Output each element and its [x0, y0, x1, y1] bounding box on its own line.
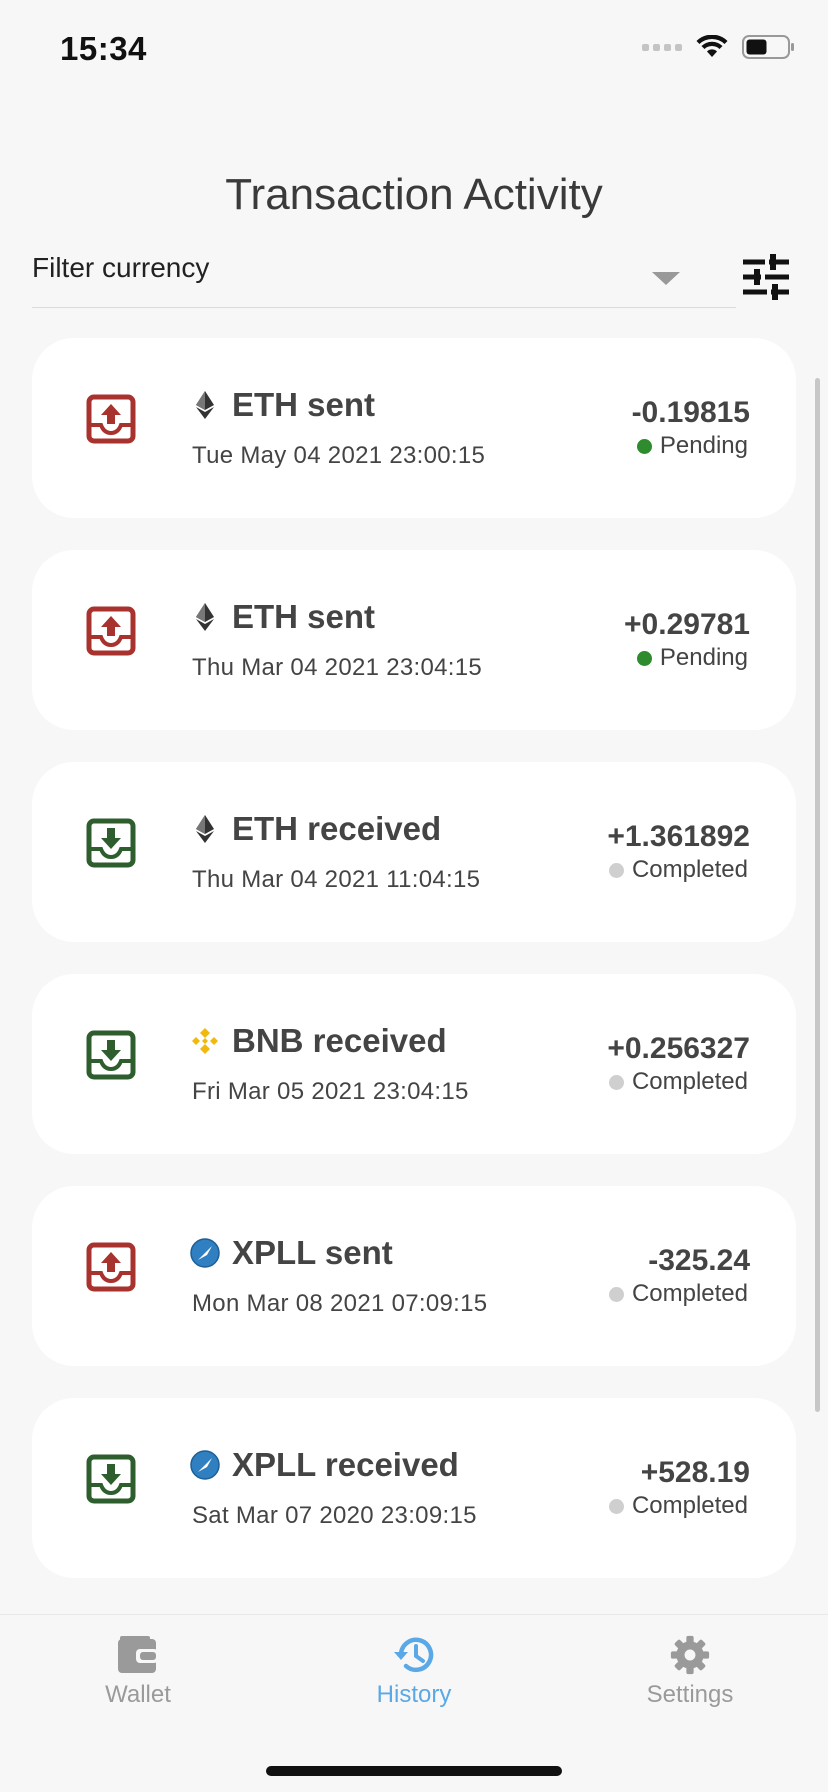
inbox-received-icon	[86, 818, 136, 868]
history-icon	[394, 1637, 434, 1672]
outbox-sent-icon	[86, 394, 136, 444]
tab-label: Settings	[646, 1681, 734, 1708]
status-label: Completed	[631, 1492, 748, 1519]
eth-icon	[196, 815, 214, 843]
transaction-card[interactable]: ETH sent Thu Mar 04 2021 23:04:15 +0.297…	[32, 550, 796, 730]
sliders-icon	[743, 254, 789, 300]
transaction-status: Completed	[608, 1068, 748, 1096]
scrollbar[interactable]	[815, 378, 820, 1412]
transaction-title: XPLL received	[232, 1446, 459, 1483]
tab-label: Wallet	[105, 1681, 171, 1708]
status-label: Completed	[631, 1280, 748, 1307]
transaction-card[interactable]: ETH sent Tue May 04 2021 23:00:15 -0.198…	[32, 338, 796, 518]
status-label: Pending	[659, 432, 748, 459]
eth-icon	[196, 391, 214, 419]
tab-wallet[interactable]: Wallet	[48, 1635, 228, 1709]
filter-label: Filter currency	[32, 252, 210, 283]
status-label: Pending	[659, 644, 748, 671]
transaction-status: Completed	[608, 856, 748, 884]
currency-filter-dropdown[interactable]: Filter currency	[32, 244, 736, 308]
transaction-date: Mon Mar 08 2021 07:09:15	[192, 1290, 488, 1317]
xpll-icon	[190, 1238, 220, 1268]
transaction-title: ETH sent	[232, 598, 376, 635]
status-label: Completed	[631, 856, 748, 883]
completed-status-dot	[608, 1498, 624, 1514]
transaction-status: Completed	[608, 1280, 748, 1308]
inbox-received-icon	[86, 1030, 136, 1080]
transaction-status: Pending	[636, 644, 748, 672]
pending-status-dot	[636, 438, 652, 454]
transaction-title: BNB received	[232, 1022, 447, 1059]
transaction-status: Completed	[608, 1492, 748, 1520]
transaction-date: Thu Mar 04 2021 23:04:15	[192, 654, 483, 681]
transaction-amount: -0.19815	[631, 396, 750, 429]
inbox-received-icon	[86, 1454, 136, 1504]
transaction-card[interactable]: BNB received Fri Mar 05 2021 23:04:15 +0…	[32, 974, 796, 1154]
chevron-down-icon	[652, 272, 680, 285]
transaction-date: Sat Mar 07 2020 23:09:15	[192, 1502, 477, 1529]
status-bar: 15:34	[0, 0, 828, 100]
wallet-icon	[118, 1636, 158, 1673]
status-label: Completed	[631, 1068, 748, 1095]
signal-icon	[642, 43, 682, 51]
gear-icon	[670, 1635, 710, 1675]
transaction-amount: -325.24	[648, 1244, 750, 1277]
status-time: 15:34	[60, 30, 147, 67]
transaction-amount: +528.19	[640, 1456, 750, 1489]
bnb-icon	[192, 1028, 218, 1054]
wifi-icon	[696, 35, 728, 57]
transaction-card[interactable]: XPLL received Sat Mar 07 2020 23:09:15 +…	[32, 1398, 796, 1578]
completed-status-dot	[608, 1286, 624, 1302]
transaction-card[interactable]: ETH received Thu Mar 04 2021 11:04:15 +1…	[32, 762, 796, 942]
xpll-icon	[190, 1450, 220, 1480]
transaction-title: ETH received	[232, 810, 442, 847]
completed-status-dot	[608, 862, 624, 878]
transaction-date: Thu Mar 04 2021 11:04:15	[192, 866, 481, 893]
status-icons	[642, 34, 796, 60]
transaction-title: XPLL sent	[232, 1234, 393, 1271]
home-indicator[interactable]	[266, 1766, 562, 1776]
pending-status-dot	[636, 650, 652, 666]
eth-icon	[196, 603, 214, 631]
completed-status-dot	[608, 1074, 624, 1090]
tab-label: History	[376, 1681, 452, 1708]
battery-icon	[742, 35, 794, 59]
tab-settings[interactable]: Settings	[600, 1635, 780, 1709]
transaction-card[interactable]: XPLL sent Mon Mar 08 2021 07:09:15 -325.…	[32, 1186, 796, 1366]
outbox-sent-icon	[86, 606, 136, 656]
outbox-sent-icon	[86, 1242, 136, 1292]
transaction-amount: +0.29781	[624, 608, 750, 641]
transaction-amount: +1.361892	[607, 820, 750, 853]
transaction-status: Pending	[636, 432, 748, 460]
transaction-date: Fri Mar 05 2021 23:04:15	[192, 1078, 469, 1105]
page-title: Transaction Activity	[225, 170, 603, 219]
transaction-date: Tue May 04 2021 23:00:15	[192, 442, 486, 469]
tab-history[interactable]: History	[324, 1635, 504, 1709]
transaction-amount: +0.256327	[607, 1032, 750, 1065]
transaction-title: ETH sent	[232, 386, 376, 423]
filter-settings-button[interactable]	[742, 254, 790, 300]
